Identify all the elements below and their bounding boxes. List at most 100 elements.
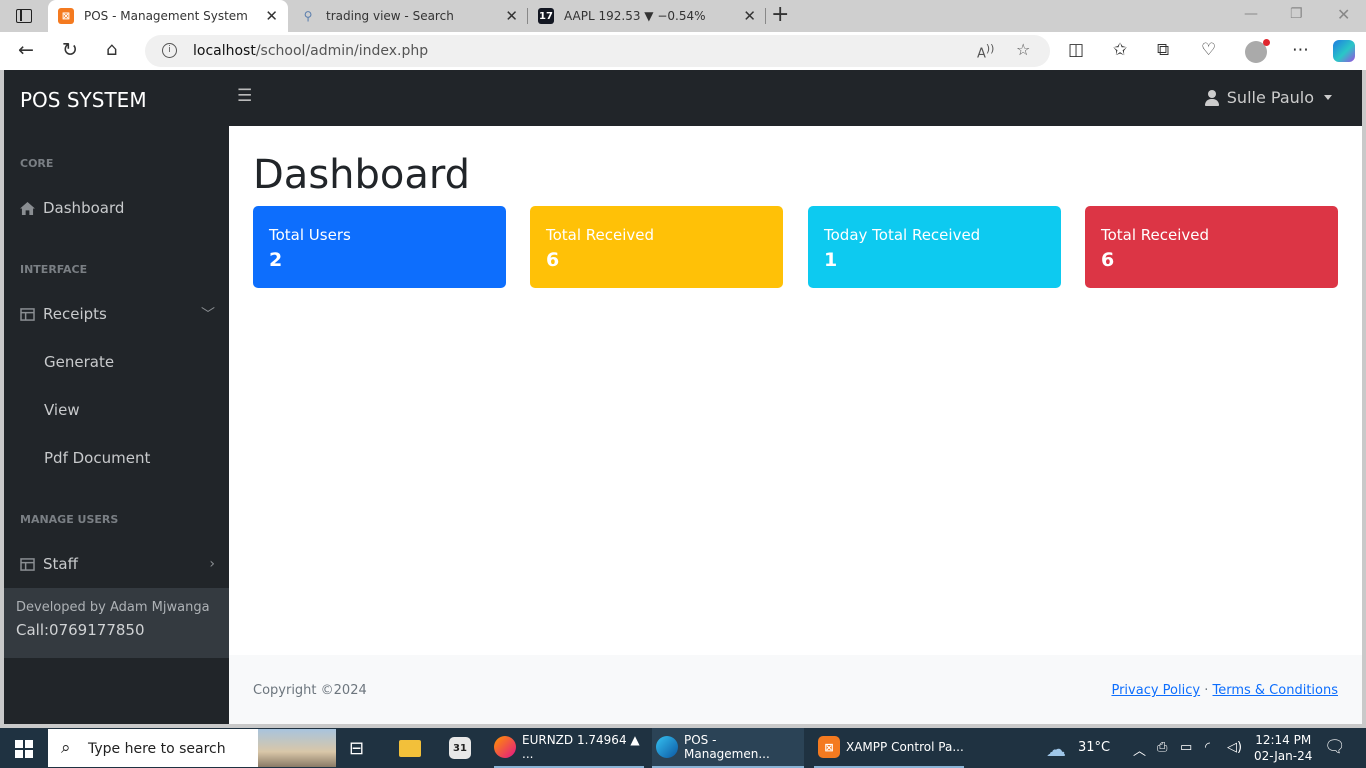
restore-icon[interactable]: ❐ (1290, 6, 1303, 22)
stat-card-total-received: Total Received 6 (530, 206, 783, 288)
read-aloud-icon[interactable]: A)) (977, 42, 994, 61)
page-title: Dashboard (253, 152, 471, 198)
sidebar-item-receipts[interactable]: Receipts ﹀ (20, 305, 215, 323)
stat-card-value: 6 (1101, 249, 1115, 271)
wifi-icon[interactable]: ◜ (1205, 740, 1210, 755)
tab-actions-icon[interactable] (16, 9, 32, 23)
web-page: POS SYSTEM ☰ Sulle Paulo CORE Dashboard … (4, 70, 1362, 724)
tab-pos-management[interactable]: ⊠ POS - Management System ✕ (48, 0, 288, 32)
volume-icon[interactable]: ◁) (1227, 740, 1242, 755)
main-content: Dashboard Total Users 2 Total Received 6… (229, 126, 1362, 724)
user-icon (1204, 89, 1219, 106)
taskbar-app-label: EURNZD 1.74964 ▲ ... (522, 733, 640, 761)
weather-cloud-icon[interactable]: ☁ (1046, 737, 1066, 761)
weather-temperature[interactable]: 31°C (1078, 740, 1110, 755)
privacy-policy-link[interactable]: Privacy Policy (1111, 683, 1200, 698)
sidebar-toggle-icon[interactable]: ☰ (237, 86, 252, 106)
back-icon[interactable]: ← (18, 38, 34, 62)
search-highlight-image (258, 729, 336, 767)
taskbar-search-box[interactable]: ⌕ Type here to search (48, 729, 336, 767)
tab-separator (765, 8, 766, 24)
stat-card-value: 2 (269, 249, 283, 271)
sidebar-footer: Developed by Adam Mjwanga Call:076917785… (4, 588, 229, 658)
stat-card-total-users: Total Users 2 (253, 206, 506, 288)
terms-conditions-link[interactable]: Terms & Conditions (1213, 683, 1339, 698)
windows-start-icon[interactable] (15, 740, 33, 758)
top-navbar: POS SYSTEM ☰ Sulle Paulo (4, 70, 1362, 126)
copyright-text: Copyright ©2024 (253, 683, 367, 698)
user-dropdown[interactable]: Sulle Paulo (1204, 88, 1332, 107)
sidebar-subitem-view[interactable]: View (44, 401, 80, 419)
copilot-icon[interactable] (1333, 40, 1355, 62)
file-explorer-icon[interactable] (399, 728, 427, 768)
url-text: localhost/school/admin/index.php (193, 43, 428, 59)
footer-links: Privacy Policy · Terms & Conditions (1111, 683, 1338, 698)
user-name: Sulle Paulo (1226, 88, 1314, 107)
stat-card-label: Today Total Received (824, 226, 981, 244)
tab-title: trading view - Search (326, 9, 454, 23)
tab-aapl[interactable]: 17 AAPL 192.53 ▼ −0.54% ✕ (528, 0, 766, 32)
split-screen-icon[interactable]: ◫ (1068, 40, 1084, 60)
more-menu-icon[interactable]: ⋯ (1292, 40, 1309, 60)
show-hidden-icons-icon[interactable]: ︿ (1133, 740, 1146, 759)
collections-icon[interactable]: ⧉ (1157, 40, 1169, 60)
home-icon[interactable]: ⌂ (106, 38, 117, 62)
taskbar-app-xampp[interactable]: ⊠ XAMPP Control Pa... (814, 728, 964, 768)
minimize-icon[interactable]: — (1244, 6, 1258, 22)
task-view-icon[interactable]: ⊟ (349, 728, 364, 768)
tab-trading-view-search[interactable]: ⚲ trading view - Search ✕ (290, 0, 528, 32)
columns-icon (20, 307, 35, 321)
close-icon[interactable]: ✕ (265, 7, 278, 25)
browser-tab-bar: ⊠ POS - Management System ✕ ⚲ trading vi… (0, 0, 1366, 32)
brand-title[interactable]: POS SYSTEM (20, 88, 147, 112)
taskbar-clock[interactable]: 12:14 PM 02-Jan-24 (1254, 732, 1312, 764)
browser-essentials-icon[interactable]: ♡ (1201, 40, 1216, 60)
tab-title: AAPL 192.53 ▼ −0.54% (564, 9, 706, 23)
sidebar-item-label: Dashboard (43, 199, 125, 217)
taskbar: ⌕ Type here to search ⊟ 31 EURNZD 1.7496… (0, 728, 1366, 768)
site-info-icon[interactable]: i (162, 43, 177, 58)
taskbar-app-label: XAMPP Control Pa... (846, 740, 964, 754)
sidebar: CORE Dashboard INTERFACE Receipts ﹀ Gene… (4, 126, 229, 724)
columns-icon (20, 557, 35, 571)
chevron-right-icon: › (209, 556, 215, 572)
developer-phone: Call:0769177850 (16, 621, 145, 639)
stat-card-value: 6 (546, 249, 560, 271)
sidebar-item-staff[interactable]: Staff › (20, 555, 215, 573)
url-path: /school/admin/index.php (255, 43, 429, 59)
favorite-star-icon[interactable]: ☆ (1016, 40, 1030, 59)
stat-card-value: 1 (824, 249, 838, 271)
new-tab-icon[interactable]: + (771, 3, 789, 27)
sidebar-heading-manage-users: MANAGE USERS (20, 513, 119, 526)
window-close-icon[interactable]: ✕ (1337, 5, 1350, 24)
home-icon (20, 201, 35, 215)
xampp-icon: ⊠ (818, 736, 840, 758)
search-favicon-icon: ⚲ (303, 9, 313, 23)
tradingview-favicon-icon: 17 (538, 8, 554, 24)
sidebar-item-label: Staff (43, 555, 78, 573)
sidebar-heading-interface: INTERFACE (20, 263, 88, 276)
taskbar-app-firefox[interactable]: EURNZD 1.74964 ▲ ... (494, 728, 644, 768)
refresh-icon[interactable]: ↻ (62, 38, 78, 62)
clock-time: 12:14 PM (1255, 733, 1312, 747)
close-icon[interactable]: ✕ (505, 7, 518, 25)
sidebar-subitem-generate[interactable]: Generate (44, 353, 114, 371)
taskbar-app-edge[interactable]: POS - Managemen... (652, 728, 804, 768)
url-field[interactable]: i localhost/school/admin/index.php A)) ☆ (145, 35, 1050, 67)
notifications-icon[interactable]: 🗨 (1324, 737, 1346, 757)
firefox-icon (494, 736, 516, 758)
profile-avatar[interactable] (1245, 39, 1270, 63)
sidebar-item-dashboard[interactable]: Dashboard (20, 199, 215, 217)
sidebar-item-label: Receipts (43, 305, 107, 323)
clock-date: 02-Jan-24 (1254, 749, 1313, 763)
address-bar: ← ↻ ⌂ i localhost/school/admin/index.php… (0, 32, 1366, 70)
battery-icon[interactable]: ▭ (1180, 740, 1192, 755)
meet-now-icon[interactable]: ⎙ (1157, 740, 1167, 755)
caret-down-icon (1324, 95, 1332, 100)
close-icon[interactable]: ✕ (743, 7, 756, 25)
url-host: localhost (193, 43, 256, 59)
sidebar-subitem-pdf-document[interactable]: Pdf Document (44, 449, 150, 467)
taskbar-app-label: POS - Managemen... (684, 733, 770, 761)
calendar-app-icon[interactable]: 31 (449, 728, 477, 768)
favorites-icon[interactable]: ✩ (1113, 40, 1127, 60)
